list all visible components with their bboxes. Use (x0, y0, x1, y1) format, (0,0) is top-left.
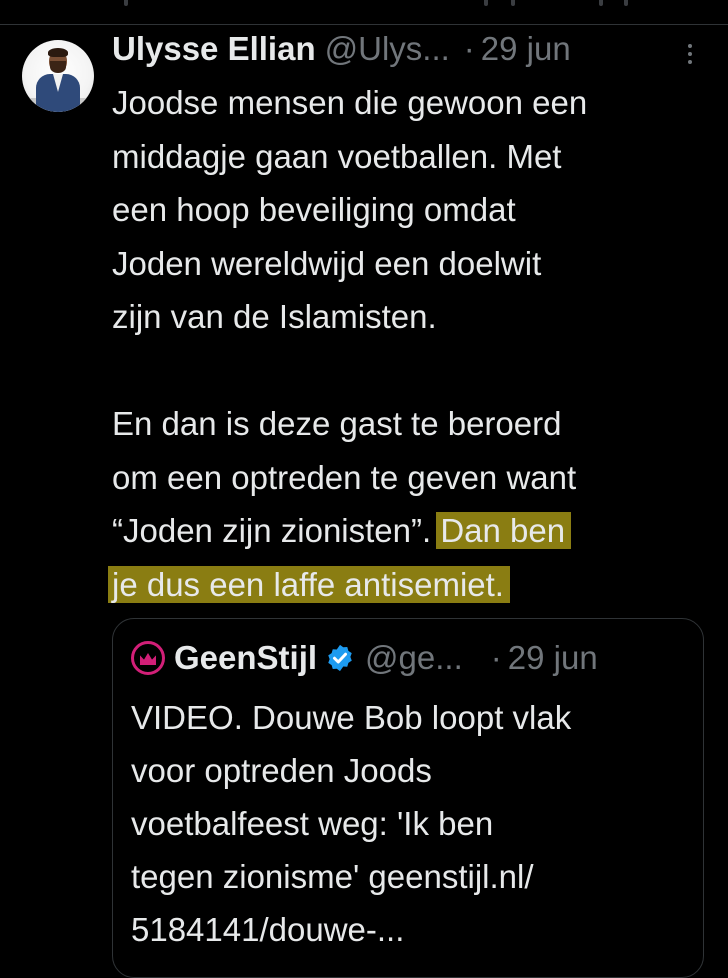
tweet-text: “Joden zijn zionisten”. (112, 512, 441, 549)
quoted-line: 5184141/douwe-... (131, 911, 405, 948)
action-icon-stub[interactable] (484, 0, 488, 6)
highlighted-text: Dan ben (436, 512, 572, 549)
quoted-tweet-date[interactable]: 29 jun (508, 639, 598, 677)
tweet-line: om een optreden te geven want (112, 458, 577, 496)
quoted-author-name[interactable]: GeenStijl (174, 639, 317, 677)
quoted-tweet-card[interactable]: GeenStijl @ge... · 29 jun VIDEO. Douwe B… (112, 618, 704, 978)
avatar[interactable] (22, 40, 94, 112)
tweet-line: een hoop beveiliging omdat (112, 191, 516, 228)
author-name[interactable]: Ulysse Ellian (112, 30, 316, 68)
action-icon-stub[interactable] (599, 0, 603, 6)
tweet-line: middagje gaan voetballen. Met (112, 137, 562, 175)
verified-badge-icon (328, 644, 352, 672)
highlighted-text: je dus een laffe antisemiet. (108, 565, 510, 603)
previous-tweet-action-bar (0, 0, 728, 25)
tweet-header: Ulysse Ellian @Ulys... · 29 jun (112, 30, 571, 74)
action-icon-stub[interactable] (624, 0, 628, 6)
geenstijl-crown-logo[interactable] (131, 641, 165, 675)
tweet-line: “Joden zijn zionisten”. Dan ben (112, 504, 712, 558)
quoted-line: VIDEO. Douwe Bob loopt vlak (131, 699, 572, 736)
tweet-line: En dan is deze gast te beroerd (112, 405, 562, 442)
quoted-line: voor optreden Joods (131, 752, 432, 789)
tweet-line: Joodse mensen die gewoon een (112, 84, 588, 121)
tweet-body: Joodse mensen die gewoon een middagje ga… (108, 76, 712, 612)
tweet-line: je dus een laffe antisemiet. (108, 558, 712, 612)
quoted-line: voetbalfeest weg: 'Ik ben (131, 805, 494, 842)
more-vertical-icon[interactable] (684, 44, 696, 68)
quoted-header-separator: · (490, 639, 502, 676)
tweet-line: zijn van de Islamisten. (112, 298, 437, 335)
avatar-beard (50, 61, 66, 73)
avatar-hair (48, 48, 68, 57)
header-separator: · (463, 30, 475, 67)
quoted-tweet-header: GeenStijl @ge... · 29 jun (131, 637, 598, 679)
action-icon-stub[interactable] (124, 0, 128, 6)
action-icon-stub[interactable] (511, 0, 515, 6)
quoted-author-handle[interactable]: @ge... (365, 639, 463, 677)
tweet-date[interactable]: 29 jun (481, 30, 571, 68)
quoted-line: tegen zionisme' geenstijl.nl/ (131, 858, 534, 895)
quoted-tweet-body: VIDEO. Douwe Bob loopt vlak voor optrede… (131, 691, 691, 956)
author-handle[interactable]: @Ulys... (325, 30, 450, 68)
tweet-line: Joden wereldwijd een doelwit (112, 244, 542, 282)
